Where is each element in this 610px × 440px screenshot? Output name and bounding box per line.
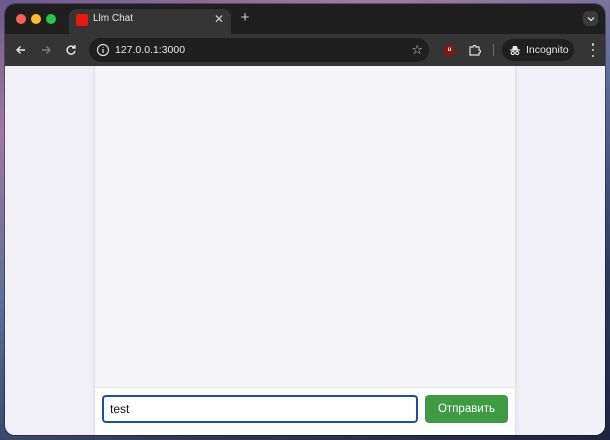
chevron-down-icon: [587, 16, 594, 21]
back-button[interactable]: [13, 42, 29, 58]
incognito-icon: [510, 46, 520, 56]
arrow-right-icon: [42, 46, 51, 54]
chat-container: Отправить: [94, 66, 516, 435]
minimize-window-button[interactable]: [31, 14, 41, 24]
page-content: Отправить: [5, 66, 605, 435]
reload-button[interactable]: [63, 42, 79, 58]
ublock-icon[interactable]: u: [444, 45, 455, 56]
maximize-window-button[interactable]: [46, 14, 56, 24]
browser-toolbar: 127.0.0.1:3000 ☆ u Incognito: [5, 34, 605, 66]
extensions-puzzle-icon[interactable]: [467, 42, 483, 58]
tab-strip: Llm Chat ✕ +: [5, 4, 605, 34]
tab-title: Llm Chat: [93, 13, 134, 24]
forward-button[interactable]: [38, 42, 54, 58]
toolbar-divider: [493, 44, 494, 56]
chat-input-bar: Отправить: [95, 387, 515, 435]
arrow-left-icon: [16, 46, 25, 54]
message-list: [95, 66, 515, 386]
favicon-icon: [76, 14, 88, 26]
browser-tab[interactable]: Llm Chat ✕: [69, 9, 231, 34]
incognito-label: Incognito: [526, 44, 569, 56]
url-text[interactable]: 127.0.0.1:3000: [115, 44, 185, 56]
bookmark-star-icon[interactable]: ☆: [411, 42, 423, 58]
browser-menu-icon[interactable]: [590, 43, 596, 57]
new-tab-button[interactable]: +: [237, 10, 253, 26]
reload-icon: [66, 44, 76, 55]
close-window-button[interactable]: [16, 14, 26, 24]
incognito-badge[interactable]: Incognito: [502, 39, 574, 61]
tab-close-icon[interactable]: ✕: [211, 11, 227, 27]
info-icon[interactable]: [96, 43, 110, 57]
send-button[interactable]: Отправить: [425, 395, 508, 423]
browser-window: Llm Chat ✕ + 127.0.0.1:3000 ☆ u Incognit…: [5, 4, 605, 435]
tab-search-button[interactable]: [583, 11, 598, 26]
message-input[interactable]: [102, 395, 418, 423]
address-bar[interactable]: 127.0.0.1:3000 ☆: [89, 38, 429, 62]
